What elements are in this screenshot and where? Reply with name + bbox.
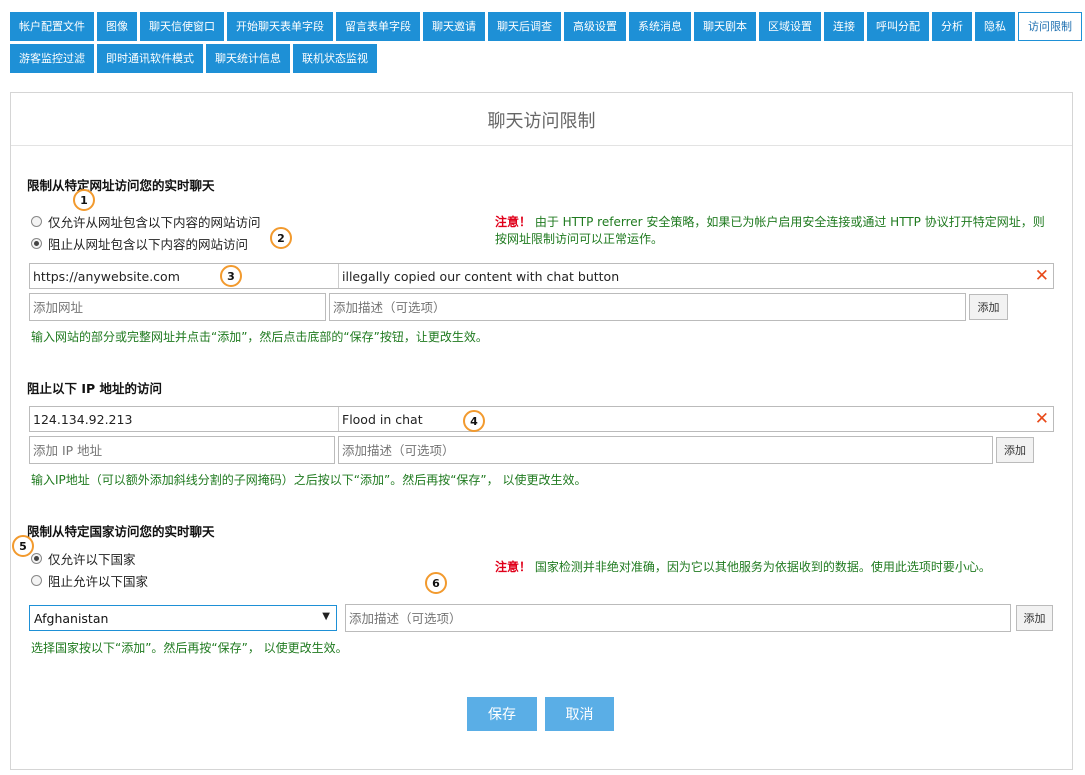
url-note-text: 由于 HTTP referrer 安全策略，如果已为帐户启用安全连接或通过 HT…: [495, 215, 1045, 246]
country-block-option[interactable]: 阻止允许以下国家: [31, 571, 148, 590]
tab-access-restriction[interactable]: 访问限制: [1018, 12, 1082, 41]
title-divider: [11, 145, 1072, 146]
tab-account-profile[interactable]: 帐户配置文件: [10, 12, 94, 41]
add-url-button[interactable]: 添加: [969, 294, 1008, 320]
url-entry-value: https://anywebsite.com: [30, 264, 339, 288]
tab-online-status-monitor[interactable]: 联机状态监视: [293, 44, 377, 73]
annotation-marker-5: 5: [12, 535, 34, 557]
url-note: 注意！ 由于 HTTP referrer 安全策略，如果已为帐户启用安全连接或通…: [495, 214, 1055, 248]
annotation-marker-6: 6: [425, 572, 447, 594]
tab-region-settings[interactable]: 区域设置: [759, 12, 821, 41]
tab-post-chat-survey[interactable]: 聊天后调查: [488, 12, 561, 41]
url-description-input[interactable]: [329, 293, 966, 321]
tab-chat-statistics[interactable]: 聊天统计信息: [206, 44, 290, 73]
ip-help-text: 输入IP地址（可以额外添加斜线分割的子网掩码）之后按以下“添加”。然后再按“保存…: [31, 473, 587, 487]
country-section-title: 限制从特定国家访问您的实时聊天: [27, 524, 215, 539]
add-ip-input[interactable]: [29, 436, 335, 464]
ip-description-input[interactable]: [338, 436, 993, 464]
delete-ip-icon[interactable]: ✕: [1035, 409, 1049, 429]
url-section-title: 限制从特定网址访问您的实时聊天: [27, 178, 215, 193]
country-select[interactable]: Afghanistan ▼: [29, 605, 337, 631]
ip-section-title: 阻止以下 IP 地址的访问: [27, 381, 163, 396]
tab-im-mode[interactable]: 即时通讯软件模式: [97, 44, 203, 73]
country-allow-option[interactable]: 仅允许以下国家: [31, 549, 136, 568]
tab-privacy[interactable]: 隐私: [975, 12, 1015, 41]
tab-message-form[interactable]: 留言表单字段: [336, 12, 420, 41]
url-entry-row: https://anywebsite.com illegally copied …: [29, 263, 1054, 289]
annotation-marker-1: 1: [73, 189, 95, 211]
tab-advanced-settings[interactable]: 高级设置: [564, 12, 626, 41]
country-block-label: 阻止允许以下国家: [48, 574, 149, 589]
url-allow-label: 仅允许从网址包含以下内容的网站访问: [48, 215, 261, 230]
tab-bar: 帐户配置文件 图像 聊天信使窗口 开始聊天表单字段 留言表单字段 聊天邀请 聊天…: [10, 12, 1082, 76]
ip-entry-description: Flood in chat: [342, 411, 423, 427]
country-note-text: 国家检测并非绝对准确，因为它以其他服务为依据收到的数据。使用此选项时要小心。: [534, 560, 991, 574]
tab-row-1: 帐户配置文件 图像 聊天信使窗口 开始聊天表单字段 留言表单字段 聊天邀请 聊天…: [10, 12, 1082, 41]
cancel-button[interactable]: 取消: [545, 697, 614, 731]
country-description-input[interactable]: [345, 604, 1011, 632]
url-note-warning: 注意！: [495, 215, 532, 229]
tab-chat-script[interactable]: 聊天剧本: [694, 12, 756, 41]
tab-system-messages[interactable]: 系统消息: [629, 12, 691, 41]
country-select-value: Afghanistan: [34, 610, 109, 626]
tab-pre-chat-form[interactable]: 开始聊天表单字段: [227, 12, 333, 41]
tab-visitor-monitor-filter[interactable]: 游客监控过滤: [10, 44, 94, 73]
annotation-marker-4: 4: [463, 410, 485, 432]
tab-chat-window[interactable]: 聊天信使窗口: [140, 12, 224, 41]
country-help-text: 选择国家按以下“添加”。然后再按“保存”， 以使更改生效。: [31, 641, 348, 655]
chevron-down-icon: ▼: [322, 611, 330, 622]
country-allow-label: 仅允许以下国家: [48, 552, 136, 567]
url-block-option[interactable]: 阻止从网址包含以下内容的网站访问: [31, 234, 248, 253]
url-allow-option[interactable]: 仅允许从网址包含以下内容的网站访问: [31, 212, 261, 231]
tab-connection[interactable]: 连接: [824, 12, 864, 41]
url-allow-radio[interactable]: [31, 216, 42, 227]
add-ip-button[interactable]: 添加: [996, 437, 1034, 463]
url-block-radio[interactable]: [31, 238, 42, 249]
tab-chat-invitation[interactable]: 聊天邀请: [423, 12, 485, 41]
delete-url-icon[interactable]: ✕: [1035, 266, 1049, 286]
ip-entry-row: 124.134.92.213 Flood in chat ✕: [29, 406, 1054, 432]
country-note: 注意！ 国家检测并非绝对准确，因为它以其他服务为依据收到的数据。使用此选项时要小…: [495, 559, 1055, 576]
save-button[interactable]: 保存: [467, 697, 537, 731]
annotation-marker-3: 3: [220, 265, 242, 287]
country-note-warning: 注意！: [495, 560, 532, 574]
tab-images[interactable]: 图像: [97, 12, 137, 41]
country-block-radio[interactable]: [31, 575, 42, 586]
add-url-input[interactable]: [29, 293, 326, 321]
url-help-text: 输入网站的部分或完整网址并点击“添加”，然后点击底部的“保存”按钮，让更改生效。: [31, 330, 488, 344]
country-allow-radio[interactable]: [31, 553, 42, 564]
annotation-marker-2: 2: [270, 227, 292, 249]
tab-row-2: 游客监控过滤 即时通讯软件模式 聊天统计信息 联机状态监视: [10, 44, 1075, 73]
url-entry-description: illegally copied our content with chat b…: [342, 268, 620, 284]
tab-call-routing[interactable]: 呼叫分配: [867, 12, 929, 41]
ip-entry-value: 124.134.92.213: [30, 407, 339, 431]
settings-panel: 聊天访问限制 限制从特定网址访问您的实时聊天 仅允许从网址包含以下内容的网站访问…: [10, 92, 1073, 770]
tab-analytics[interactable]: 分析: [932, 12, 972, 41]
url-block-label: 阻止从网址包含以下内容的网站访问: [48, 237, 249, 252]
add-country-button[interactable]: 添加: [1016, 605, 1053, 631]
page-title: 聊天访问限制: [487, 111, 596, 132]
